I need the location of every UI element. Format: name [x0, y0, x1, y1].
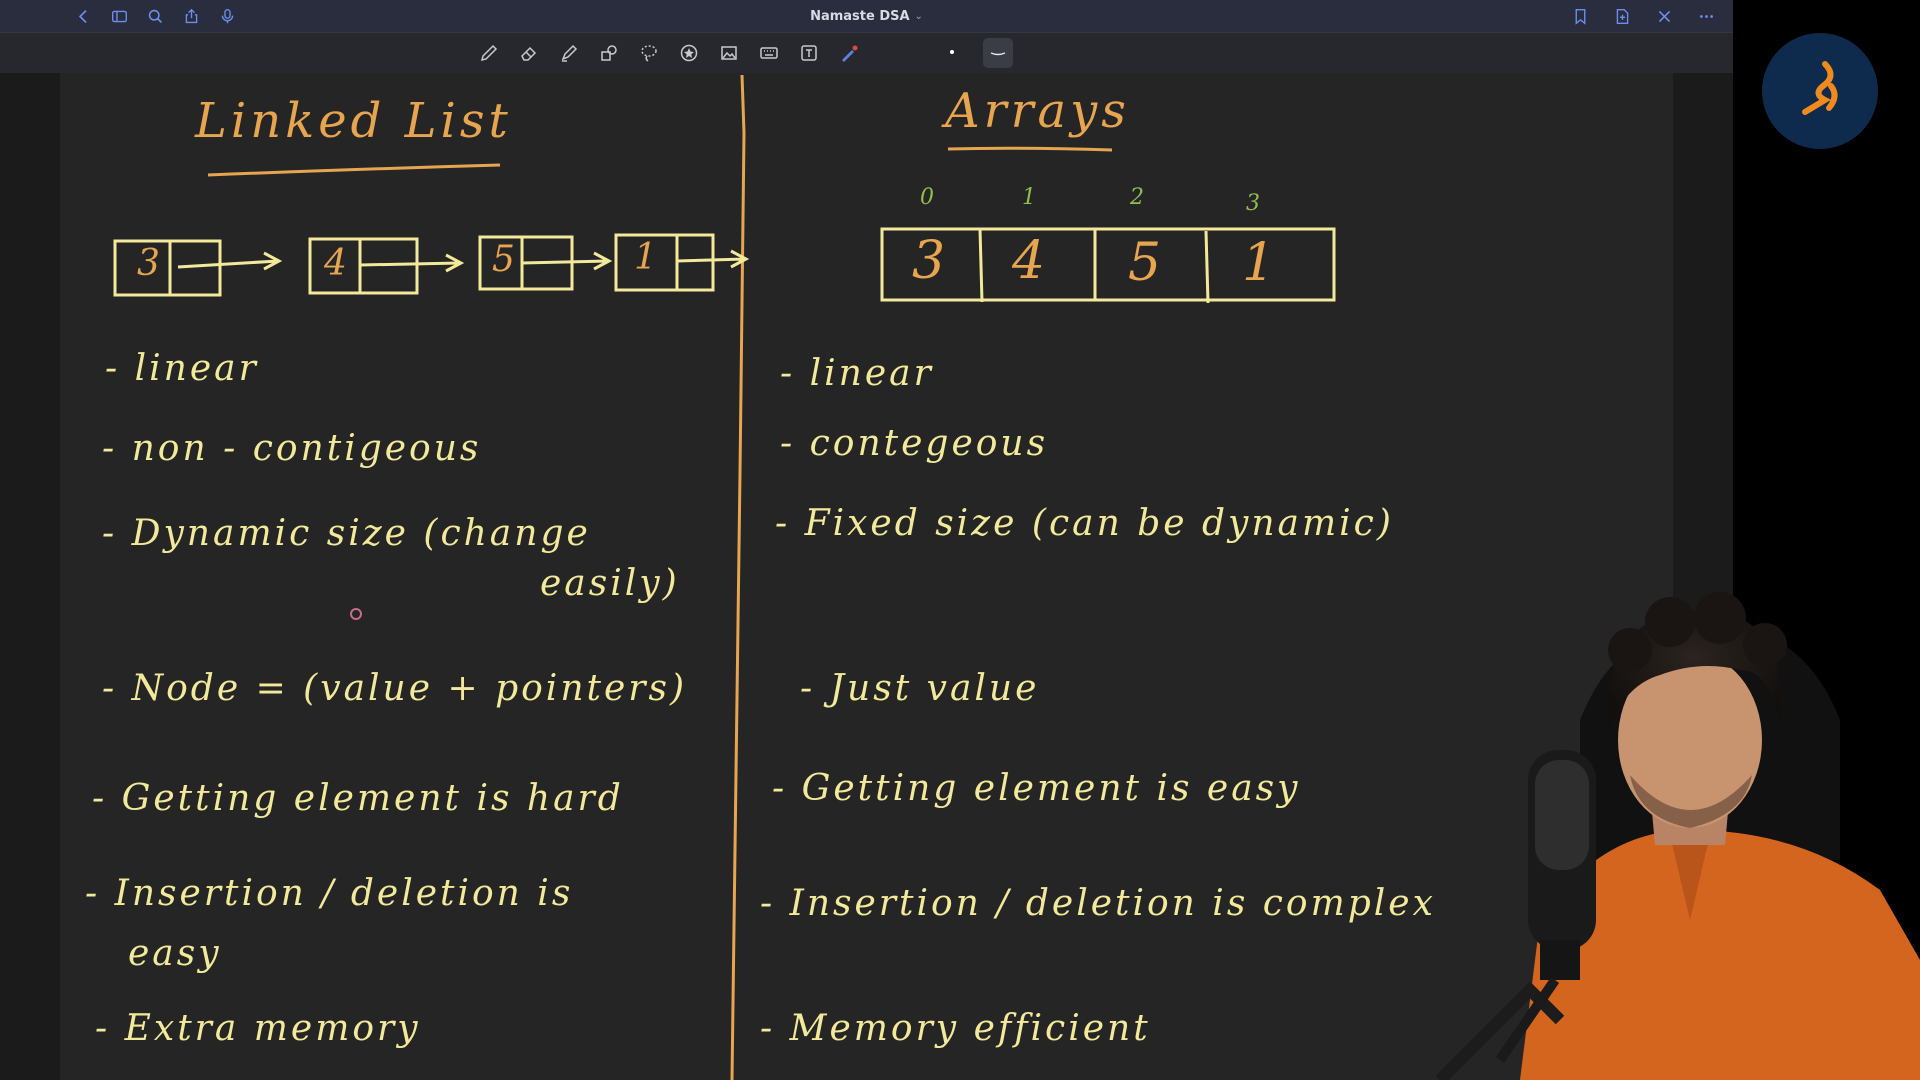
- right-point-fixed-size: - Fixed size (can be dynamic): [775, 503, 1394, 544]
- eraser-icon[interactable]: [514, 38, 544, 68]
- array-value: 5: [1128, 233, 1162, 293]
- array-index: 2: [1130, 185, 1144, 210]
- node-value: 5: [492, 239, 515, 280]
- array-index: 0: [920, 185, 934, 210]
- pen-size-dot[interactable]: [950, 50, 954, 54]
- right-point-insertion: - Insertion / deletion is complex: [760, 883, 1436, 924]
- close-icon[interactable]: [1653, 5, 1675, 27]
- document-title[interactable]: Namaste DSA ⌄: [0, 0, 1733, 32]
- document-title-text[interactable]: Namaste DSA: [810, 9, 909, 24]
- left-point-extra-memory: - Extra memory: [95, 1008, 421, 1049]
- text-box-icon[interactable]: [794, 38, 824, 68]
- node-value: 4: [324, 243, 347, 284]
- left-point-node: - Node = (value + pointers): [102, 668, 687, 709]
- highlighter-icon[interactable]: [554, 38, 584, 68]
- shapes-icon[interactable]: [594, 38, 624, 68]
- sticker-icon[interactable]: [674, 38, 704, 68]
- left-title: Linked List: [195, 93, 512, 149]
- title-bar: Namaste DSA ⌄: [0, 0, 1733, 33]
- lasso-icon[interactable]: [634, 38, 664, 68]
- array-index: 3: [1246, 191, 1260, 216]
- arrow-2: [359, 253, 465, 273]
- arrow-3: [521, 251, 613, 271]
- right-point-contiguous: - contegeous: [780, 423, 1049, 464]
- stroke-style-button[interactable]: [983, 38, 1013, 68]
- left-point-non-contiguous: - non - contigeous: [102, 428, 482, 469]
- array-value: 3: [912, 231, 946, 291]
- right-point-linear: - linear: [780, 353, 934, 394]
- left-point-insertion: - Insertion / deletion is: [85, 873, 574, 914]
- bookmark-icon[interactable]: [1569, 5, 1591, 27]
- more-icon[interactable]: [1695, 5, 1717, 27]
- node-box-1: [113, 239, 222, 297]
- keyboard-icon[interactable]: [754, 38, 784, 68]
- left-point-dynamic-size: - Dynamic size (change: [102, 513, 591, 554]
- chevron-down-icon[interactable]: ⌄: [915, 11, 923, 22]
- right-title-underline: [947, 146, 1113, 152]
- node-box-4: [614, 233, 715, 292]
- arrow-1: [177, 251, 283, 271]
- right-point-memory-efficient: - Memory efficient: [760, 1008, 1151, 1049]
- right-title: Arrays: [945, 83, 1130, 139]
- presenter-webcam: [1435, 592, 1920, 1080]
- channel-logo: [1762, 33, 1878, 149]
- add-page-icon[interactable]: [1611, 5, 1633, 27]
- right-point-just-value: - Just value: [800, 668, 1040, 709]
- right-point-getting-element: - Getting element is easy: [772, 768, 1301, 809]
- page-margin-left: [0, 73, 60, 1080]
- left-point-linear: - linear: [105, 348, 259, 389]
- array-value: 4: [1012, 231, 1046, 291]
- node-value: 1: [634, 237, 657, 278]
- laser-pointer-icon[interactable]: [834, 38, 864, 68]
- array-index: 1: [1022, 185, 1036, 210]
- back-icon[interactable]: [72, 5, 94, 27]
- pen-icon[interactable]: [474, 38, 504, 68]
- left-point-getting-element: - Getting element is hard: [92, 778, 624, 819]
- share-icon[interactable]: [180, 5, 202, 27]
- drawing-toolbar: [0, 33, 1733, 73]
- sidebar-icon[interactable]: [108, 5, 130, 27]
- left-point-dynamic-size-cont: easily): [540, 563, 680, 604]
- divider-line: [730, 74, 746, 1080]
- microphone-icon[interactable]: [216, 5, 238, 27]
- search-icon[interactable]: [144, 5, 166, 27]
- array-value: 1: [1242, 233, 1276, 293]
- image-icon[interactable]: [714, 38, 744, 68]
- left-title-underline: [207, 163, 501, 177]
- laser-pointer-cursor: [350, 608, 362, 620]
- node-value: 3: [137, 243, 160, 284]
- left-point-insertion-cont: easy: [128, 933, 222, 974]
